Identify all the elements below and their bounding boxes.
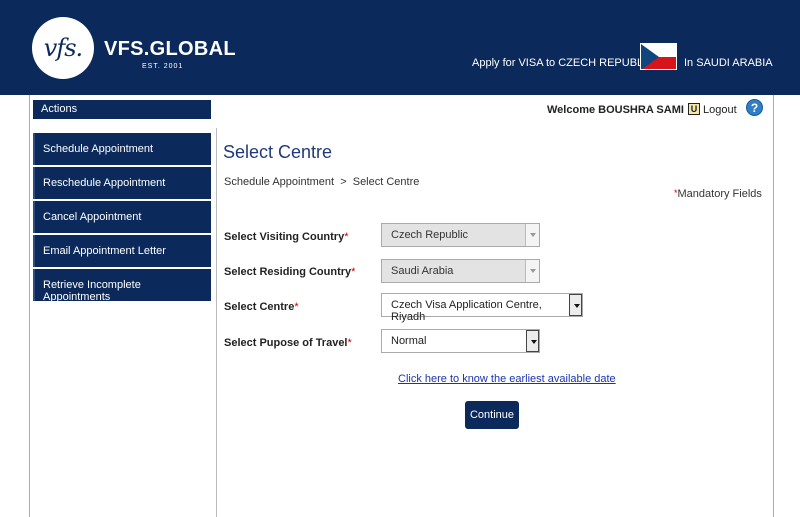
chevron-down-icon <box>526 330 539 352</box>
czech-flag-icon <box>640 43 677 70</box>
actions-header: Actions <box>33 100 211 119</box>
residing-country-label: Select Residing Country* <box>224 266 356 278</box>
sidebar-item-schedule-appointment[interactable]: Schedule Appointment <box>33 133 211 165</box>
required-star: * <box>344 231 349 243</box>
welcome-text: Welcome BOUSHRA SAMI ! <box>547 104 691 116</box>
centre-select[interactable]: Czech Visa Application Centre, Riyadh <box>381 293 583 323</box>
site-header: vfs. VFS.GLOBAL EST. 2001 Apply for VISA… <box>0 0 800 95</box>
centre-label: Select Centre* <box>224 301 299 313</box>
sidebar-item-reschedule-appointment[interactable]: Reschedule Appointment <box>33 167 211 199</box>
mandatory-note: *Mandatory Fields <box>674 188 762 200</box>
logo-text: VFS.GLOBAL <box>104 38 236 60</box>
sidebar-divider <box>216 128 217 517</box>
visiting-country-label: Select Visiting Country* <box>224 231 349 243</box>
chevron-down-icon <box>525 260 539 282</box>
residence-text: In SAUDI ARABIA <box>684 57 773 69</box>
visiting-country-select[interactable]: Czech Republic <box>381 223 540 247</box>
sidebar-item-email-appointment-letter[interactable]: Email Appointment Letter <box>33 235 211 267</box>
required-star: * <box>351 266 356 278</box>
sidebar-item-cancel-appointment[interactable]: Cancel Appointment <box>33 201 211 233</box>
residing-country-select[interactable]: Saudi Arabia <box>381 259 540 283</box>
apply-text: Apply for VISA to CZECH REPUBLIC <box>472 57 655 69</box>
required-star: * <box>294 301 299 313</box>
chevron-down-icon <box>569 294 582 316</box>
purpose-of-travel-value: Normal <box>391 335 427 347</box>
logout-icon[interactable]: U <box>688 103 700 115</box>
residing-country-value: Saudi Arabia <box>391 265 454 277</box>
visiting-country-value: Czech Republic <box>391 229 469 241</box>
required-star: * <box>347 337 352 349</box>
purpose-of-travel-label: Select Pupose of Travel* <box>224 337 352 349</box>
purpose-of-travel-select[interactable]: Normal <box>381 329 540 353</box>
mandatory-text: Mandatory Fields <box>677 188 762 200</box>
vfs-logo[interactable]: vfs. <box>32 17 94 79</box>
chevron-down-icon <box>525 224 539 246</box>
logo-mark: vfs. <box>43 34 83 62</box>
logo-est: EST. 2001 <box>142 63 184 70</box>
help-icon[interactable]: ? <box>746 99 763 116</box>
continue-button[interactable]: Continue <box>465 401 519 429</box>
earliest-date-link[interactable]: Click here to know the earliest availabl… <box>398 373 616 385</box>
sidebar-item-retrieve-incomplete-appointments[interactable]: Retrieve Incomplete Appointments <box>33 269 211 303</box>
sidebar: Schedule Appointment Reschedule Appointm… <box>33 133 211 303</box>
logout-link[interactable]: Logout <box>703 104 737 116</box>
breadcrumb: Schedule Appointment > Select Centre <box>224 176 420 188</box>
page-title: Select Centre <box>223 142 333 162</box>
